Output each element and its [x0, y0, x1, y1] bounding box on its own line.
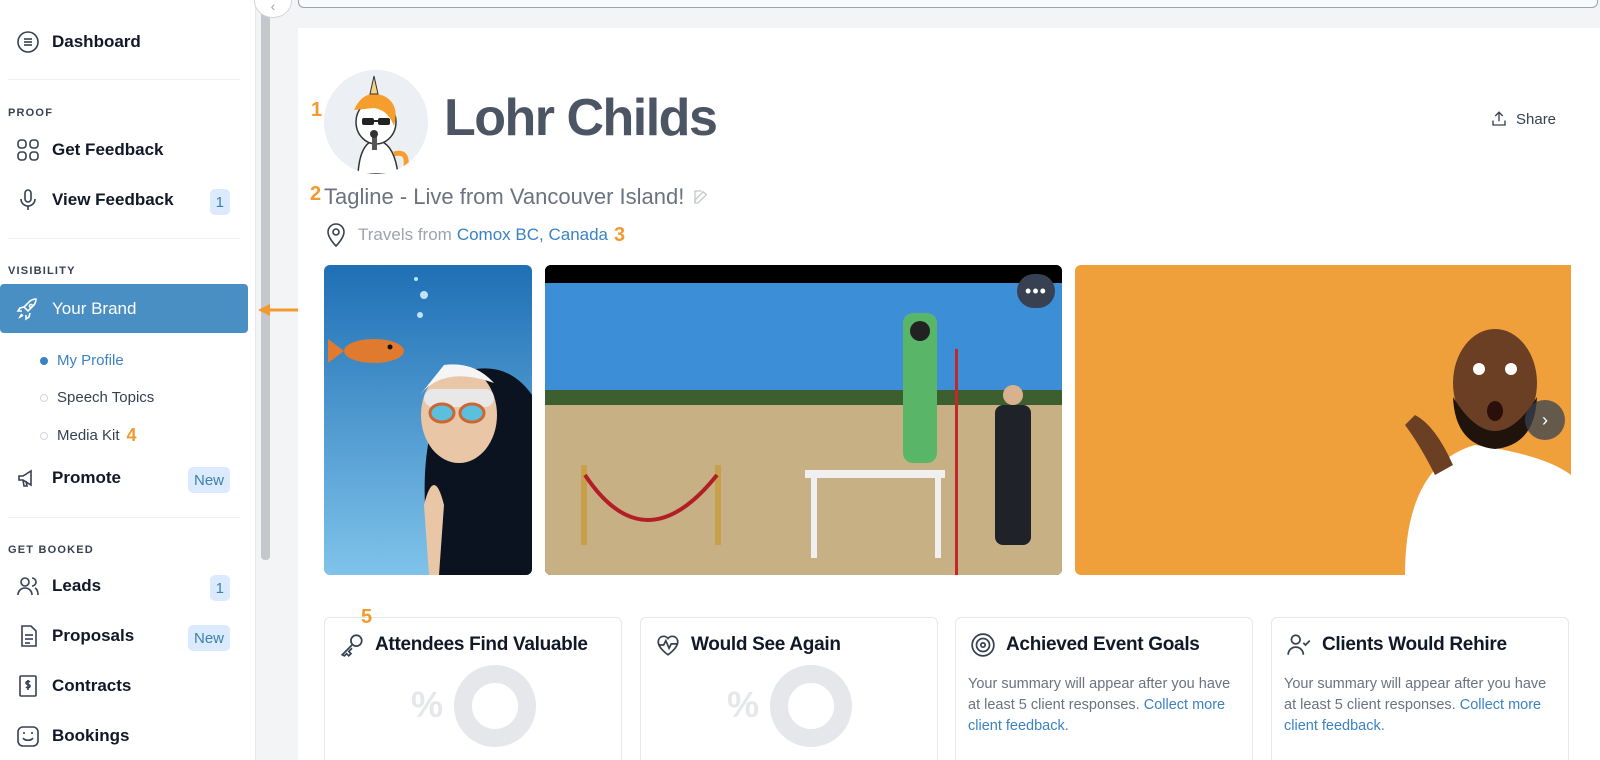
- sub-item-media-kit[interactable]: Media Kit 4: [40, 425, 137, 446]
- stat-title: Achieved Event Goals: [1006, 634, 1200, 655]
- media-video-desert[interactable]: [545, 265, 1062, 575]
- media-thumbnail-pointing[interactable]: [1075, 265, 1571, 575]
- sub-item-label: Media Kit: [57, 427, 120, 444]
- media-more-options-button[interactable]: •••: [1017, 274, 1055, 308]
- nav-view-feedback[interactable]: View Feedback 1: [0, 177, 248, 223]
- location-pin-icon: [327, 223, 345, 248]
- stat-percent: %: [411, 684, 444, 725]
- media-thumbnail-underwater[interactable]: [324, 265, 532, 575]
- nav-dashboard-label: Dashboard: [52, 32, 141, 51]
- heart-pulse-icon: [657, 635, 679, 656]
- dot-icon: [40, 431, 48, 440]
- active-dot-icon: [40, 356, 48, 365]
- nav-bookings-label: Bookings: [52, 726, 130, 745]
- stat-card-achieved-event-goals: Achieved Event Goals Your summary will a…: [955, 617, 1253, 760]
- nav-your-brand-label: Your Brand: [52, 298, 137, 318]
- sub-item-label: Speech Topics: [57, 389, 155, 406]
- divider: [8, 517, 240, 518]
- proposals-new-badge: New: [187, 625, 230, 651]
- chevron-left-icon: ‹: [270, 0, 276, 14]
- top-input-bar[interactable]: [298, 0, 1598, 8]
- stat-summary: Your summary will appear after you have …: [1284, 674, 1554, 737]
- nav-view-feedback-label: View Feedback: [52, 190, 174, 209]
- annotation-marker-3: 3: [614, 223, 626, 246]
- target-icon: [971, 633, 995, 657]
- nav-get-feedback-label: Get Feedback: [52, 140, 164, 159]
- nav-proposals[interactable]: Proposals New: [0, 613, 248, 659]
- rocket-icon: [16, 297, 40, 321]
- gallery-next-button[interactable]: ›: [1525, 400, 1565, 440]
- travels-from: Travels from Comox BC, Canada 3: [324, 222, 625, 248]
- nav-promote[interactable]: Promote New: [0, 455, 248, 501]
- share-icon: [1492, 111, 1506, 126]
- travels-prefix: Travels from: [358, 225, 452, 244]
- nav-get-feedback[interactable]: Get Feedback: [0, 127, 248, 173]
- divider: [8, 79, 240, 80]
- grid-icon: [16, 138, 40, 162]
- bookings-icon: [16, 724, 40, 748]
- stat-summary: Your summary will appear after you have …: [968, 674, 1238, 737]
- chevron-right-icon: ›: [1542, 409, 1548, 430]
- annotation-marker-5: 5: [361, 606, 373, 628]
- stat-card-attendees-find-valuable: Attendees Find Valuable %: [324, 617, 622, 760]
- share-label: Share: [1516, 110, 1557, 128]
- donut-chart-placeholder: [770, 665, 852, 747]
- sub-item-speech-topics[interactable]: Speech Topics: [40, 389, 154, 406]
- section-proof: PROOF: [8, 107, 54, 119]
- document-icon: [16, 624, 40, 648]
- megaphone-icon: [16, 466, 40, 490]
- section-visibility: VISIBILITY: [8, 265, 76, 277]
- nav-contracts-label: Contracts: [52, 676, 132, 695]
- ellipsis-icon: •••: [1025, 280, 1047, 301]
- leads-badge: 1: [209, 575, 230, 601]
- sidebar: Dashboard PROOF Get Feedback View Feedba…: [0, 0, 256, 760]
- stat-title: Clients Would Rehire: [1322, 634, 1507, 655]
- annotation-marker-1: 1: [311, 99, 323, 121]
- stat-title: Would See Again: [691, 634, 841, 655]
- edit-icon[interactable]: [692, 188, 710, 206]
- avatar[interactable]: [324, 70, 428, 174]
- stat-card-clients-would-rehire: Clients Would Rehire Your summary will a…: [1271, 617, 1569, 760]
- stat-title: Attendees Find Valuable: [375, 634, 588, 655]
- location-link[interactable]: Comox BC, Canada: [457, 225, 608, 245]
- microphone-icon: [16, 188, 40, 212]
- collapse-sidebar-button[interactable]: ‹: [254, 0, 292, 18]
- contract-dollar-icon: [16, 674, 40, 698]
- nav-leads-label: Leads: [52, 576, 102, 595]
- share-button[interactable]: Share: [1490, 110, 1556, 128]
- nav-dashboard[interactable]: Dashboard: [0, 19, 248, 65]
- annotation-marker-2: 2: [310, 183, 322, 205]
- nav-your-brand[interactable]: Your Brand: [0, 284, 248, 333]
- dashboard-icon: [16, 30, 40, 54]
- sub-item-my-profile[interactable]: My Profile: [40, 352, 124, 369]
- nav-promote-label: Promote: [52, 468, 121, 487]
- nav-contracts[interactable]: Contracts: [0, 663, 248, 709]
- promote-new-badge: New: [187, 467, 230, 493]
- sidebar-scrollbar[interactable]: [261, 0, 270, 560]
- stat-percent: %: [727, 684, 760, 725]
- key-icon: [340, 634, 363, 658]
- users-icon: [16, 574, 40, 598]
- nav-bookings[interactable]: Bookings: [0, 713, 248, 759]
- nav-proposals-label: Proposals: [52, 626, 135, 645]
- view-feedback-badge: 1: [209, 189, 230, 215]
- dot-icon: [40, 393, 48, 402]
- tagline[interactable]: Tagline - Live from Vancouver Island!: [324, 184, 710, 210]
- profile-name: Lohr Childs: [444, 89, 718, 147]
- section-get-booked: GET BOOKED: [8, 544, 94, 556]
- sub-item-label: My Profile: [57, 352, 124, 369]
- user-check-icon: [1287, 634, 1311, 655]
- tagline-text: Tagline - Live from Vancouver Island!: [324, 184, 685, 209]
- divider: [8, 238, 240, 239]
- nav-leads[interactable]: Leads 1: [0, 563, 248, 609]
- stat-card-would-see-again: Would See Again %: [640, 617, 938, 760]
- annotation-marker-4: 4: [126, 425, 137, 445]
- donut-chart-placeholder: [454, 665, 536, 747]
